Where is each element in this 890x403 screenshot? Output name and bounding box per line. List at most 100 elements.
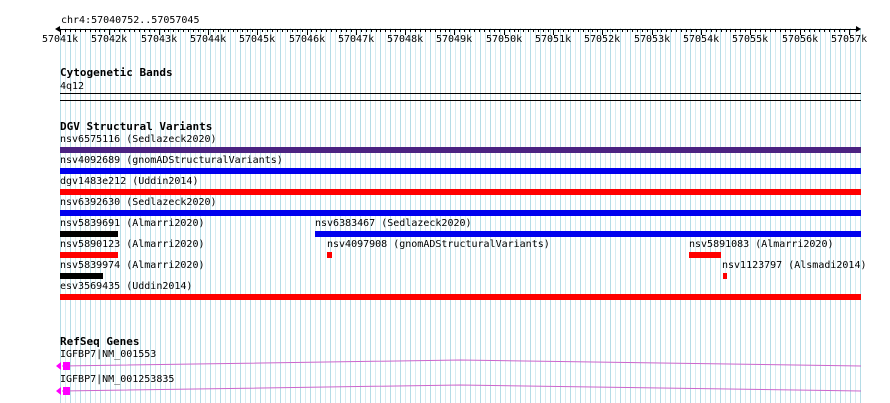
ruler-minor-tick	[85, 29, 86, 32]
ruler-minor-tick	[607, 29, 608, 32]
ruler-minor-tick	[795, 29, 796, 32]
ruler-minor-tick	[573, 29, 574, 32]
variant-label[interactable]: nsv5890123 (Almarri2020)	[60, 239, 205, 251]
ruler-tick-label: 57045k	[239, 34, 276, 45]
ruler-minor-tick	[770, 29, 771, 32]
ruler[interactable]: 57041k 57042k 57043k 57044k 57045k 57046k 5704…	[0, 26, 890, 46]
ruler-minor-tick	[70, 29, 71, 32]
ruler-minor-tick	[735, 29, 736, 32]
ruler-minor-tick	[721, 29, 722, 32]
gene-model[interactable]	[0, 381, 890, 401]
ruler-minor-tick	[331, 29, 332, 32]
ruler-minor-tick	[218, 29, 219, 32]
ruler-minor-tick	[518, 29, 519, 32]
variant-bar[interactable]	[60, 231, 118, 237]
ruler-minor-tick	[75, 29, 76, 32]
ruler-minor-tick	[514, 29, 515, 32]
ruler-minor-tick	[380, 29, 381, 32]
ruler-minor-tick	[282, 29, 283, 32]
ruler-minor-tick	[681, 29, 682, 32]
variant-bar[interactable]	[60, 147, 861, 153]
gene-model[interactable]	[0, 356, 890, 376]
ruler-minor-tick	[247, 29, 248, 32]
ruler-minor-tick	[627, 29, 628, 32]
variant-label[interactable]: nsv5839974 (Almarri2020)	[60, 260, 205, 272]
ruler-minor-tick	[809, 29, 810, 32]
variant-bar[interactable]	[60, 168, 861, 174]
ruler-minor-tick	[691, 29, 692, 32]
variant-label[interactable]: nsv6575116 (Sedlazeck2020)	[60, 134, 217, 146]
ruler-minor-tick	[657, 29, 658, 32]
ruler-minor-tick	[223, 29, 224, 32]
variant-bar[interactable]	[60, 252, 118, 258]
ruler-minor-tick	[154, 29, 155, 32]
ruler-minor-tick	[558, 29, 559, 32]
ruler-minor-tick	[726, 29, 727, 32]
variant-bar[interactable]	[327, 252, 332, 258]
ruler-minor-tick	[316, 29, 317, 32]
variant-bar[interactable]	[60, 189, 861, 195]
variant-label[interactable]: nsv6392630 (Sedlazeck2020)	[60, 197, 217, 209]
ruler-minor-tick	[129, 29, 130, 32]
cytoband-bar[interactable]	[60, 93, 861, 94]
ruler-minor-tick	[242, 29, 243, 32]
ruler-minor-tick	[568, 29, 569, 32]
ruler-minor-tick	[277, 29, 278, 32]
ruler-minor-tick	[326, 29, 327, 32]
ruler-minor-tick	[706, 29, 707, 32]
ruler-minor-tick	[760, 29, 761, 32]
ruler-minor-tick	[523, 29, 524, 32]
variant-bar[interactable]	[315, 231, 861, 237]
ruler-minor-tick	[415, 29, 416, 32]
ruler-minor-tick	[834, 29, 835, 32]
ruler-minor-tick	[376, 29, 377, 32]
ruler-tick-label: 57042k	[91, 34, 128, 45]
ruler-minor-tick	[804, 29, 805, 32]
ruler-minor-tick	[686, 29, 687, 32]
ruler-minor-tick	[425, 29, 426, 32]
ruler-minor-tick	[262, 29, 263, 32]
ruler-minor-tick	[740, 29, 741, 32]
ruler-minor-tick	[790, 29, 791, 32]
exon-box	[63, 387, 70, 395]
variant-bar[interactable]	[723, 273, 727, 279]
variant-label[interactable]: nsv5891083 (Almarri2020)	[689, 239, 834, 251]
variant-bar[interactable]	[60, 273, 103, 279]
ruler-minor-tick	[361, 29, 362, 32]
ruler-tick-label: 57041k	[42, 34, 79, 45]
ruler-minor-tick	[400, 29, 401, 32]
ruler-minor-tick	[410, 29, 411, 32]
ruler-minor-tick	[233, 29, 234, 32]
ruler-tick-label: 57051k	[535, 34, 572, 45]
variant-label[interactable]: nsv5839691 (Almarri2020)	[60, 218, 205, 230]
ruler-minor-tick	[622, 29, 623, 32]
variant-label[interactable]: esv3569435 (Uddin2014)	[60, 281, 192, 293]
ruler-minor-tick	[528, 29, 529, 32]
ruler-minor-tick	[592, 29, 593, 32]
cytoband-track-title: Cytogenetic Bands	[60, 66, 173, 79]
ruler-minor-tick	[632, 29, 633, 32]
ruler-tick-label: 57054k	[683, 34, 720, 45]
ruler-minor-tick	[785, 29, 786, 32]
variant-bar[interactable]	[60, 210, 861, 216]
ruler-minor-tick	[95, 29, 96, 32]
ruler-tick-label: 57049k	[436, 34, 473, 45]
variant-label[interactable]: nsv1123797 (Alsmadi2014)	[722, 260, 867, 272]
ruler-minor-tick	[203, 29, 204, 32]
ruler-minor-tick	[819, 29, 820, 32]
track-divider	[60, 100, 861, 101]
ruler-minor-tick	[366, 29, 367, 32]
ruler-minor-tick	[597, 29, 598, 32]
variant-bar[interactable]	[60, 294, 861, 300]
variant-bar[interactable]	[689, 252, 721, 258]
variant-label[interactable]: nsv4092689 (gnomADStructuralVariants)	[60, 155, 283, 167]
variant-label[interactable]: nsv4097908 (gnomADStructuralVariants)	[327, 239, 550, 251]
ruler-tick-label: 57055k	[732, 34, 769, 45]
ruler-minor-tick	[578, 29, 579, 32]
variant-label[interactable]: nsv6383467 (Sedlazeck2020)	[315, 218, 472, 230]
ruler-tick-label: 57046k	[289, 34, 326, 45]
ruler-minor-tick	[183, 29, 184, 32]
ruler-minor-tick	[647, 29, 648, 32]
ruler-minor-tick	[780, 29, 781, 32]
variant-label[interactable]: dgv1483e212 (Uddin2014)	[60, 176, 198, 188]
